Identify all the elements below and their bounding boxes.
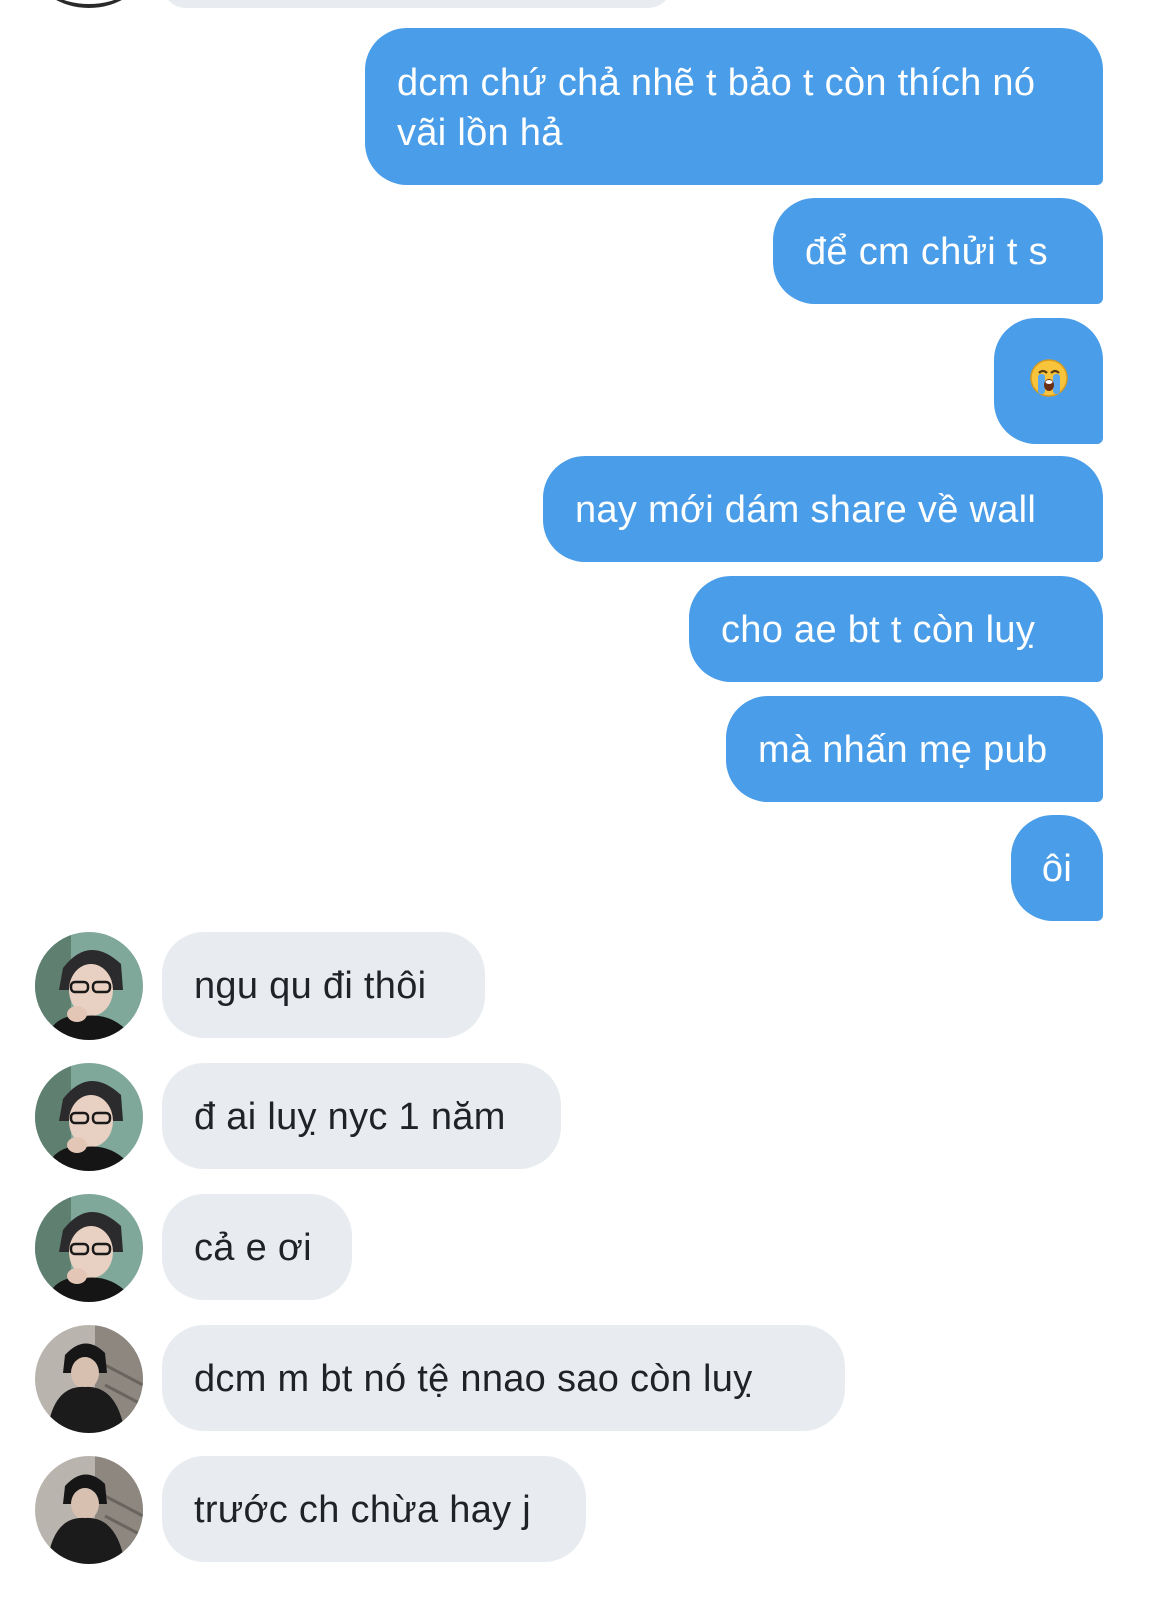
avatar[interactable]	[35, 1325, 143, 1433]
crying-face-icon	[1029, 358, 1068, 397]
user-photo-icon	[35, 1063, 143, 1171]
avatar[interactable]	[35, 1456, 143, 1564]
incoming-message[interactable]: cả e ơi	[162, 1194, 352, 1300]
chat-thread: dcm chứ chả nhẽ t bảo t còn thích nó vãi…	[0, 0, 1170, 1618]
loudly-crying-face-emoji	[1029, 358, 1069, 405]
outgoing-message[interactable]: ôi	[1011, 815, 1103, 921]
outgoing-message[interactable]: cho ae bt t còn luỵ	[689, 576, 1103, 682]
outgoing-message[interactable]: nay mới dám share về wall	[543, 456, 1103, 562]
incoming-message[interactable]: trước ch chừa hay j	[162, 1456, 586, 1562]
incoming-message[interactable]: dcm m bt nó tệ nnao sao còn luỵ	[162, 1325, 845, 1431]
incoming-message[interactable]: ngu qu đi thôi	[162, 932, 485, 1038]
user-photo-icon	[35, 1325, 143, 1433]
avatar[interactable]	[35, 1063, 143, 1171]
outgoing-message[interactable]: dcm chứ chả nhẽ t bảo t còn thích nó vãi…	[365, 28, 1103, 185]
avatar[interactable]	[35, 1194, 143, 1302]
incoming-message[interactable]: đ ai luỵ nyc 1 năm	[162, 1063, 561, 1169]
message-bubble-partial[interactable]	[162, 0, 672, 8]
user-photo-icon	[35, 1456, 143, 1564]
user-photo-icon	[35, 1194, 143, 1302]
outgoing-message[interactable]	[994, 318, 1103, 444]
outgoing-message[interactable]: mà nhấn mẹ pub	[726, 696, 1103, 802]
avatar[interactable]	[35, 0, 143, 8]
avatar[interactable]	[35, 932, 143, 1040]
outgoing-message[interactable]: để cm chửi t s	[773, 198, 1103, 304]
user-photo-icon	[35, 932, 143, 1040]
